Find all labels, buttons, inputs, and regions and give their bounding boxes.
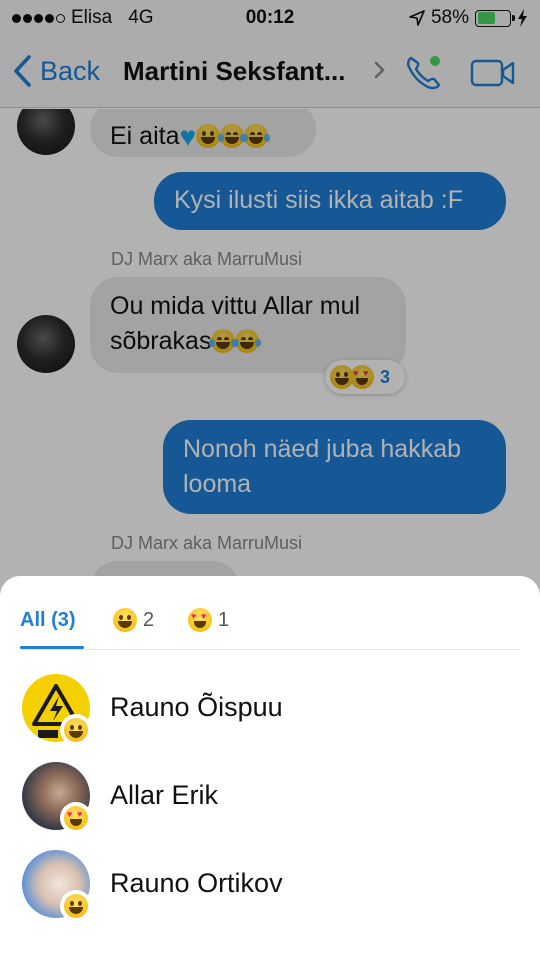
tab-selected-indicator (20, 646, 84, 649)
reaction-person-row[interactable]: Allar Erik (22, 762, 522, 834)
grin-emoji-icon (113, 608, 137, 632)
reaction-badge (60, 802, 92, 834)
person-name: Rauno Ortikov (110, 868, 283, 898)
reaction-badge (60, 890, 92, 922)
reaction-person-row[interactable]: Rauno Ortikov (22, 850, 522, 922)
reaction-person-row[interactable]: Rauno Õispuu (22, 674, 522, 746)
person-name: Rauno Õispuu (110, 692, 283, 722)
heart-eyes-emoji-icon (64, 806, 88, 830)
tab-all-label: All (3) (20, 608, 76, 631)
person-name: Allar Erik (110, 780, 219, 810)
grin-emoji-icon (64, 894, 88, 918)
heart-eyes-emoji-icon (188, 608, 212, 632)
reactions-sheet: All (3) 2 1 Rauno Õispuu A (0, 576, 540, 960)
tab-grin-count: 2 (143, 608, 155, 631)
tab-heart-eyes-count: 1 (218, 608, 230, 631)
tab-grin[interactable]: 2 (113, 606, 154, 634)
tab-all[interactable]: All (3) (20, 606, 76, 634)
tab-heart-eyes[interactable]: 1 (188, 606, 229, 634)
reaction-badge (60, 714, 92, 746)
grin-emoji-icon (64, 718, 88, 742)
reaction-tabs: All (3) 2 1 (20, 602, 520, 650)
